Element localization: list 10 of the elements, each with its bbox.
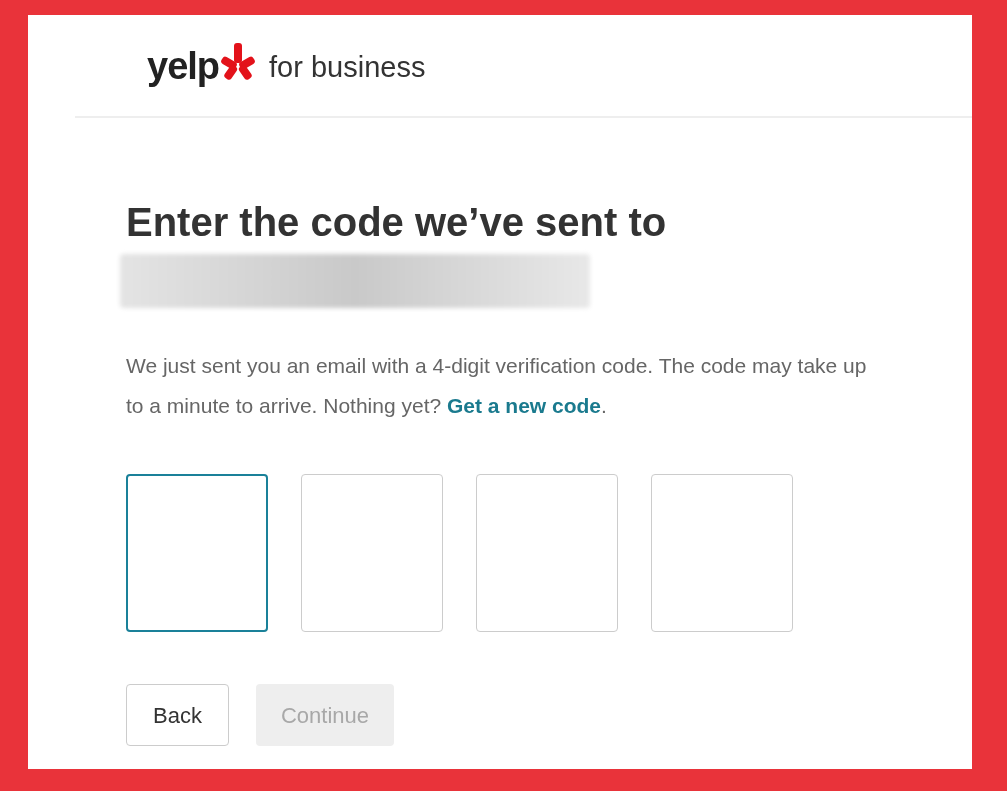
new-code-link[interactable]: Get a new code [447, 394, 602, 417]
logo-wordmark[interactable]: yelp [147, 46, 220, 85]
logo-subtitle: for business [269, 53, 426, 82]
form-button[interactable]: Back [126, 684, 229, 746]
instruction-text: We just sent you an email with a 4-digit verification code. The code may take up to a minute to arrive. Nothing yet? Get a new code. [126, 353, 868, 419]
code-digit-field[interactable] [126, 474, 268, 632]
code-digit-field[interactable] [476, 474, 618, 632]
code-digit-field[interactable] [651, 474, 793, 632]
page-heading: Enter the code we’ve sent to [126, 199, 668, 246]
code-digit-field[interactable] [301, 474, 443, 632]
